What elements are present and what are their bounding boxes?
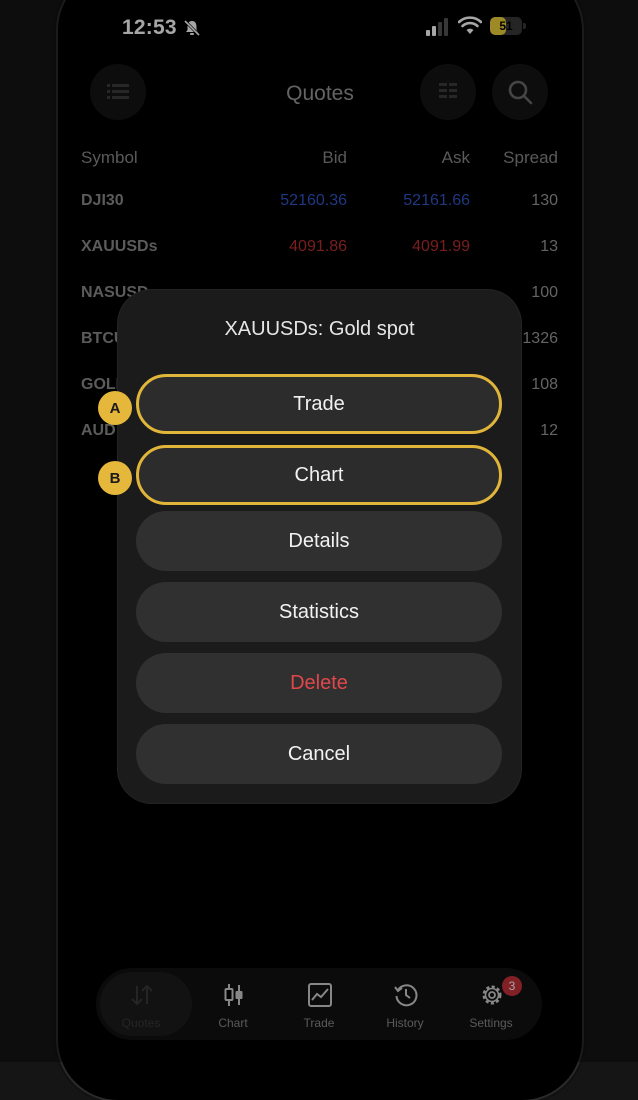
cancel-button[interactable]: Cancel [136,724,502,784]
trade-button[interactable]: Trade [136,374,502,434]
details-button[interactable]: Details [136,511,502,571]
statistics-button[interactable]: Statistics [136,582,502,642]
action-sheet: XAUUSDs: Gold spot Trade Chart Details S… [118,290,521,803]
chart-button[interactable]: Chart [136,445,502,505]
action-sheet-title: XAUUSDs: Gold spot [224,318,415,340]
delete-button[interactable]: Delete [136,653,502,713]
annotation-marker-a: A [98,391,132,425]
annotation-marker-b: B [98,461,132,495]
